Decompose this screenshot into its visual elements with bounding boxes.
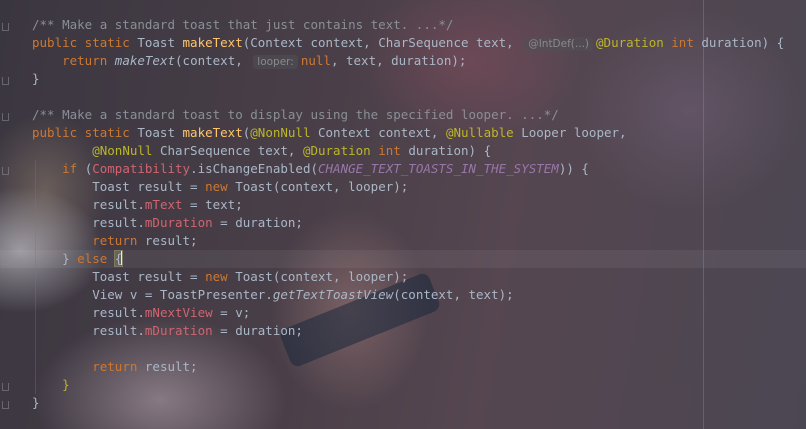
code-line[interactable]: return result; — [32, 358, 198, 376]
code-text: = v; — [212, 305, 251, 320]
code-text: Toast — [137, 125, 183, 140]
annotation-token: @Nullable — [445, 125, 522, 140]
code-text: } — [32, 395, 40, 410]
keyword-token: return — [92, 233, 145, 248]
comment-token: /** Make a standard toast to display usi… — [32, 107, 559, 122]
code-line[interactable]: public static Toast makeText(Context con… — [32, 34, 784, 52]
right-margin-guide — [703, 0, 704, 429]
text-caret — [121, 251, 123, 265]
code-text: .isChangeEnabled( — [190, 161, 318, 176]
code-text: result; — [144, 233, 198, 248]
fold-marker-icon[interactable] — [2, 383, 9, 391]
code-text: View v = ToastPresenter. — [32, 287, 273, 302]
code-line[interactable]: /** Make a standard toast that just cont… — [32, 16, 453, 34]
keyword-token: public static — [32, 35, 138, 50]
keyword-token: return — [92, 359, 145, 374]
static-call-token: getTextToastView — [272, 287, 394, 302]
code-line[interactable]: View v = ToastPresenter.getTextToastView… — [32, 286, 514, 304]
keyword-token: new — [205, 269, 236, 284]
code-text: result. — [32, 323, 145, 338]
parameter-hint[interactable]: @IntDef(...) — [524, 37, 594, 51]
code-editor[interactable]: /** Make a standard toast that just cont… — [0, 0, 806, 429]
code-text: Toast(context, looper); — [235, 269, 409, 284]
code-text: Toast result = — [32, 179, 206, 194]
code-text: = duration; — [212, 215, 303, 230]
code-text: result. — [32, 197, 145, 212]
annotation-token: @NonNull — [250, 125, 318, 140]
field-token: mText — [144, 197, 183, 212]
code-line[interactable]: return makeText(context, looper: null, te… — [32, 52, 466, 70]
code-text: (Context context, CharSequence text, — [242, 35, 522, 50]
code-text: } — [32, 71, 40, 86]
keyword-token: int — [378, 143, 409, 158]
code-text: Context context, — [318, 125, 446, 140]
code-text: Looper looper, — [521, 125, 627, 140]
code-text: Toast result = — [32, 269, 206, 284]
code-text: )) { — [558, 161, 589, 176]
code-text: Toast(context, looper); — [235, 179, 409, 194]
keyword-token: return — [62, 53, 115, 68]
code-line[interactable]: result.mDuration = duration; — [32, 322, 303, 340]
fold-marker-icon[interactable] — [2, 23, 9, 31]
code-text: duration) { — [408, 143, 492, 158]
method-name-token: makeText — [182, 125, 243, 140]
code-line[interactable]: result.mNextView = v; — [32, 304, 250, 322]
field-token: mDuration — [144, 215, 213, 230]
code-text: , text, duration); — [330, 53, 467, 68]
fold-marker-icon[interactable] — [2, 401, 9, 409]
code-line[interactable]: Toast result = new Toast(context, looper… — [32, 178, 408, 196]
code-text: duration) { — [701, 35, 785, 50]
constant-token: CHANGE_TEXT_TOASTS_IN_THE_SYSTEM — [318, 161, 559, 176]
method-name-token: makeText — [182, 35, 243, 50]
fold-marker-icon[interactable] — [2, 77, 9, 85]
code-text: result. — [32, 215, 145, 230]
code-text: (context, text); — [393, 287, 514, 302]
code-line[interactable]: } else { — [32, 250, 124, 268]
keyword-token: if — [62, 161, 85, 176]
code-text: } — [32, 251, 78, 266]
code-line[interactable]: @NonNull CharSequence text, @Duration in… — [32, 142, 491, 160]
annotation-token: } — [62, 377, 70, 392]
field-token: mNextView — [144, 305, 213, 320]
code-text: Toast — [137, 35, 183, 50]
code-text: = text; — [182, 197, 243, 212]
code-line[interactable]: Toast result = new Toast(context, looper… — [32, 268, 408, 286]
code-line[interactable]: result.mText = text; — [32, 196, 243, 214]
fold-marker-icon[interactable] — [2, 113, 9, 121]
keyword-token: else — [77, 251, 115, 266]
code-text: = duration; — [212, 323, 303, 338]
code-text: CharSequence text, — [159, 143, 303, 158]
keyword-token: null — [300, 53, 331, 68]
code-text: (context, — [175, 53, 251, 68]
annotation-token: @Duration — [596, 35, 672, 50]
code-text: result; — [144, 359, 198, 374]
field-token: mDuration — [144, 323, 213, 338]
keyword-token: public static — [32, 125, 138, 140]
keyword-token: new — [205, 179, 236, 194]
code-line[interactable]: if (Compatibility.isChangeEnabled(CHANGE… — [32, 160, 589, 178]
annotation-token: @NonNull — [92, 143, 160, 158]
code-line[interactable]: return result; — [32, 232, 198, 250]
code-line[interactable]: public static Toast makeText(@NonNull Co… — [32, 124, 627, 142]
code-line[interactable]: } — [32, 394, 40, 412]
code-line[interactable]: } — [32, 70, 40, 88]
field-token: Compatibility — [92, 161, 191, 176]
code-line[interactable]: } — [32, 376, 70, 394]
parameter-hint[interactable]: looper: — [253, 55, 298, 69]
fold-marker-icon[interactable] — [2, 167, 9, 175]
comment-token: /** Make a standard toast that just cont… — [32, 17, 454, 32]
code-line[interactable]: /** Make a standard toast to display usi… — [32, 106, 559, 124]
static-call-token: makeText — [114, 53, 176, 68]
keyword-token: int — [671, 35, 702, 50]
code-text: result. — [32, 305, 145, 320]
fold-marker-icon[interactable] — [2, 257, 9, 265]
code-line[interactable]: result.mDuration = duration; — [32, 214, 303, 232]
annotation-token: @Duration — [302, 143, 379, 158]
